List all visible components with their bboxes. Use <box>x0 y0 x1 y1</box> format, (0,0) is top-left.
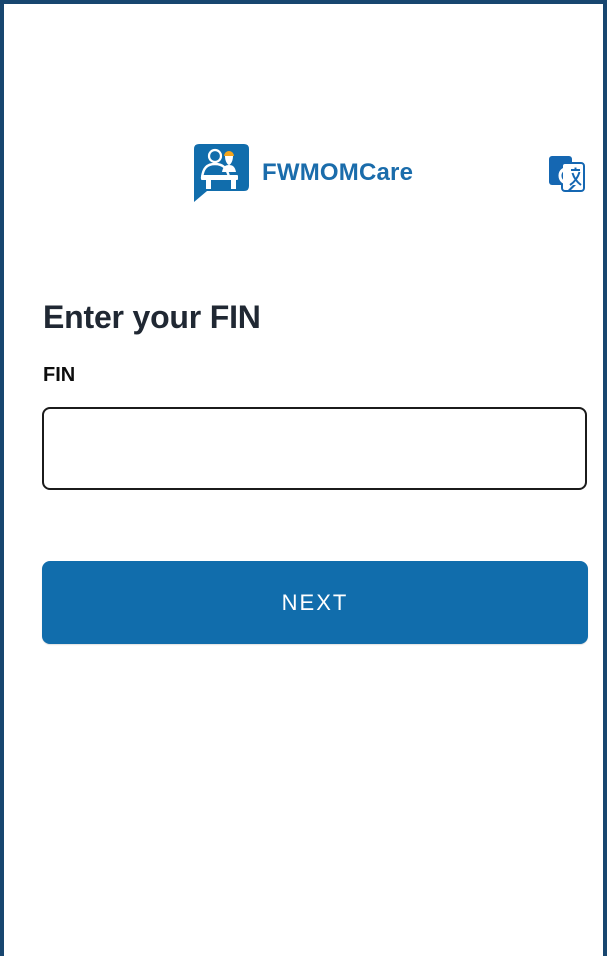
fin-input[interactable] <box>42 407 587 490</box>
app-name: FWMOMCare <box>262 159 414 186</box>
next-button[interactable]: NEXT <box>42 561 588 644</box>
google-translate-icon <box>549 156 585 192</box>
app-header: FWMOMCare <box>4 4 607 214</box>
brand-logo: FWMOMCare <box>194 144 413 202</box>
fin-field-label: FIN <box>43 364 76 386</box>
page-title: Enter your FIN <box>43 299 261 336</box>
worker-chat-logo-icon <box>194 144 249 202</box>
translate-button[interactable] <box>548 155 586 193</box>
app-frame: FWMOMCare Enter your FIN FIN NEXT <box>0 0 607 956</box>
